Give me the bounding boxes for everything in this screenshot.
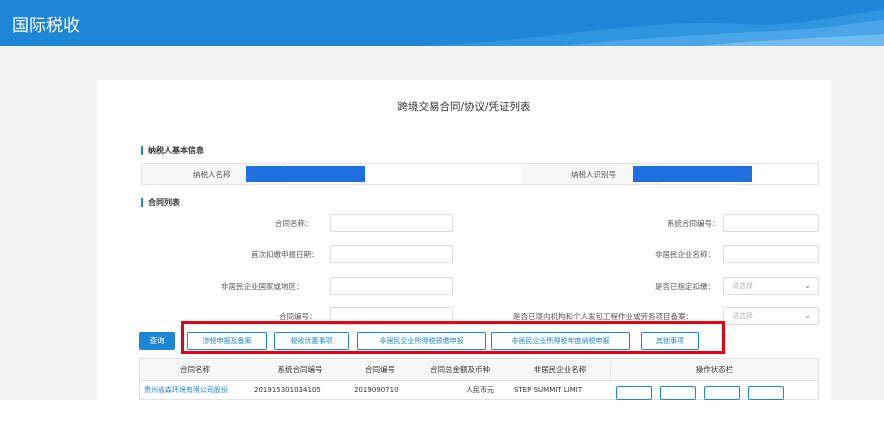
nonresident-country-input[interactable] (330, 277, 453, 295)
nonresident-name-input[interactable] (723, 245, 819, 263)
row-action-button-3[interactable] (704, 386, 740, 400)
contract-section-title: 合同列表 (141, 198, 180, 207)
row-contract-no: 2019090710 (354, 386, 399, 394)
red-highlight-box (181, 321, 725, 354)
system-contract-no-input[interactable] (723, 214, 819, 232)
taxpayer-id-label: 纳税人识别号 (571, 170, 616, 179)
designated-withhold-label: 是否已指定扣缴： (655, 282, 715, 291)
contract-name-input[interactable] (330, 214, 453, 232)
nonresident-country-label: 非居民企业国家或地区： (221, 282, 304, 291)
filing-select-placeholder: 请选择 (732, 312, 753, 320)
app-header: 国际税收 (0, 0, 884, 46)
designated-withhold-select[interactable]: 请选择 ⌄ (723, 277, 819, 295)
app-title: 国际税收 (12, 16, 80, 36)
row-company: STEP SUMMIT LIMIT (514, 386, 583, 394)
contract-name-label: 合同名称： (275, 219, 313, 228)
taxpayer-section-title: 纳税人基本信息 (141, 146, 204, 155)
chevron-down-icon: ⌄ (804, 281, 811, 290)
main-card: 跨境交易合同/协议/凭证列表 纳税人基本信息 纳税人名称 纳税人识别号 合同列表… (97, 80, 831, 400)
filing-select[interactable]: 请选择 ⌄ (723, 307, 819, 325)
chevron-down-icon: ⌄ (804, 311, 811, 320)
column-header-actions: 操作状态栏 (610, 359, 818, 381)
row-amount: 人民币元 (466, 386, 494, 394)
row-action-button-1[interactable] (616, 386, 652, 400)
designated-withhold-placeholder: 请选择 (732, 282, 753, 290)
header-wave-decoration (420, 10, 884, 46)
taxpayer-name-label: 纳税人名称 (193, 170, 231, 179)
row-action-button-4[interactable] (748, 386, 784, 400)
table-header: 合同名称 系统合同编号 合同编号 合同总金额及币种 非居民企业名称 操作状态栏 (140, 359, 818, 381)
column-header-company: 非居民企业名称 (533, 365, 587, 374)
column-header-contract-name: 合同名称 (180, 365, 210, 374)
taxpayer-name-redaction (246, 166, 365, 182)
column-header-contract-no: 合同编号 (365, 365, 395, 374)
first-withhold-date-label: 首次扣缴申报日期： (251, 250, 319, 259)
column-header-amount: 合同总金额及币种 (430, 365, 490, 374)
query-button[interactable]: 查询 (139, 332, 175, 350)
row-system-no: 201915301034105 (254, 386, 321, 394)
row-action-button-2[interactable] (660, 386, 696, 400)
column-header-system-no: 系统合同编号 (277, 365, 323, 374)
taxpayer-id-redaction (633, 166, 752, 182)
system-contract-no-label: 系统合同编号： (667, 219, 720, 228)
contract-table: 合同名称 系统合同编号 合同编号 合同总金额及币种 非居民企业名称 操作状态栏 … (139, 358, 819, 400)
nonresident-name-label: 非居民企业名称： (655, 250, 715, 259)
first-withhold-date-input[interactable] (330, 245, 453, 263)
page-title: 跨境交易合同/协议/凭证列表 (397, 101, 531, 113)
row-contract-name-link[interactable]: 贵州省森环境有限公司股份 (144, 383, 250, 397)
